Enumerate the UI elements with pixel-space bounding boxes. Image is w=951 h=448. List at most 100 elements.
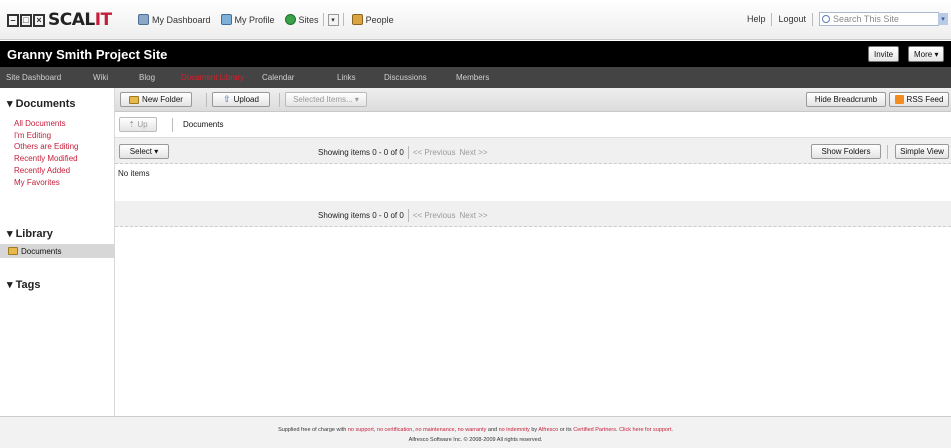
search-dropdown-icon[interactable]: ▾ [938, 13, 948, 25]
site-search-input[interactable]: Search This Site ▾ [819, 12, 948, 26]
footer-prefix: Supplied free of charge with [278, 427, 348, 433]
sites-dropdown-button[interactable]: ▾ [327, 13, 339, 26]
filter-others-editing[interactable]: Others are Editing [14, 142, 78, 151]
filter-my-favorites[interactable]: My Favorites [14, 178, 60, 187]
filter-im-editing[interactable]: I'm Editing [14, 131, 51, 140]
rss-feed-button[interactable]: RSS Feed [889, 92, 949, 107]
documents-header[interactable]: ▾ Documents [7, 97, 75, 110]
no-indemnity-link[interactable]: no indemnity [499, 427, 530, 433]
next-page-link[interactable]: Next >> [460, 148, 488, 157]
app-logo[interactable]: – □ × SCALIT [7, 10, 112, 30]
logo-word-main: SCAL [48, 10, 95, 30]
no-warranty-link[interactable]: no warranty [458, 427, 487, 433]
pager-top: Showing items 0 - 0 of 0 << Previous Nex… [318, 146, 488, 159]
sites-link[interactable]: Sites [284, 14, 319, 25]
folder-up-button[interactable]: ⇡ Up [119, 117, 157, 132]
upload-button[interactable]: ⇧ Upload [212, 92, 270, 107]
previous-page-link[interactable]: << Previous [413, 211, 456, 220]
items-count: Showing items 0 - 0 of 0 [318, 211, 404, 220]
my-dashboard-label: My Dashboard [152, 14, 211, 25]
top-right-links: Help Logout Search This Site ▾ [747, 12, 948, 26]
simple-view-button[interactable]: Simple View [895, 144, 949, 159]
breadcrumb-current[interactable]: Documents [183, 120, 223, 129]
document-list-area [115, 227, 951, 416]
previous-page-link[interactable]: << Previous [413, 148, 456, 157]
sidebar: ▾ Documents All Documents I'm Editing Ot… [0, 88, 115, 416]
page-footer: Supplied free of charge with no support,… [0, 416, 951, 448]
nav-site-dashboard[interactable]: Site Dashboard [6, 73, 61, 82]
pager-bottom: Showing items 0 - 0 of 0 << Previous Nex… [318, 209, 488, 222]
invite-button[interactable]: Invite [868, 46, 900, 62]
empty-list-message: No items [118, 169, 150, 178]
divider [342, 13, 344, 26]
new-folder-icon [129, 95, 140, 104]
my-profile-label: My Profile [234, 14, 275, 25]
no-support-link[interactable]: no support [348, 427, 374, 433]
hide-breadcrumb-button[interactable]: Hide Breadcrumb [806, 92, 886, 107]
no-certification-link[interactable]: no certification [377, 427, 412, 433]
nav-document-library[interactable]: Document Library [181, 73, 244, 82]
tags-header[interactable]: ▾ Tags [7, 278, 40, 291]
people-link[interactable]: People [351, 14, 394, 25]
divider [279, 93, 280, 107]
select-menu[interactable]: Select ▾ [119, 144, 169, 159]
library-item-documents[interactable]: Documents [0, 244, 114, 258]
next-page-link[interactable]: Next >> [460, 211, 488, 220]
divider [407, 146, 409, 159]
divider [172, 118, 173, 132]
divider [206, 93, 207, 107]
site-title: Granny Smith Project Site [7, 47, 168, 62]
no-maintenance-link[interactable]: no maintenance [415, 427, 454, 433]
logo-box-minimize: – [7, 13, 19, 27]
nav-discussions[interactable]: Discussions [384, 73, 427, 82]
logo-box-maximize: □ [20, 13, 32, 27]
library-header[interactable]: ▾ Library [7, 227, 53, 240]
nav-calendar[interactable]: Calendar [262, 73, 294, 82]
new-folder-label: New Folder [142, 95, 183, 104]
help-link[interactable]: Help [747, 14, 766, 24]
upload-label: Upload [233, 95, 259, 104]
footer-and: and [486, 427, 499, 433]
footer-copyright: Alfresco Software Inc. © 2008-2009 All r… [408, 437, 543, 443]
list-footer-bar: Showing items 0 - 0 of 0 << Previous Nex… [115, 201, 951, 227]
logo-wordmark: SCALIT [48, 10, 112, 30]
logout-link[interactable]: Logout [778, 14, 806, 24]
more-button[interactable]: More ▾ [908, 46, 945, 62]
divider [771, 12, 773, 26]
nav-members[interactable]: Members [456, 73, 489, 82]
filter-all-documents[interactable]: All Documents [14, 119, 66, 128]
filter-recently-modified[interactable]: Recently Modified [14, 154, 78, 163]
nav-wiki[interactable]: Wiki [93, 73, 108, 82]
selected-items-menu[interactable]: Selected Items... ▾ [285, 92, 367, 107]
new-folder-button[interactable]: New Folder [120, 92, 192, 107]
people-icon [351, 14, 363, 25]
site-navigation: Site Dashboard Wiki Blog Document Librar… [0, 67, 951, 88]
footer-or-its: or its [558, 427, 574, 433]
profile-icon [220, 14, 232, 25]
items-count: Showing items 0 - 0 of 0 [318, 148, 404, 157]
nav-blog[interactable]: Blog [139, 73, 155, 82]
dashboard-icon [138, 14, 149, 25]
sites-label: Sites [298, 14, 319, 25]
alfresco-link[interactable]: Alfresco [538, 427, 558, 433]
click-for-support-link[interactable]: Click here for support [619, 427, 671, 433]
certified-partners-link[interactable]: Certified Partners [573, 427, 616, 433]
nav-links[interactable]: Links [337, 73, 356, 82]
logo-word-accent: IT [94, 10, 112, 30]
rss-icon [894, 95, 904, 104]
logo-box-close: × [33, 13, 45, 27]
show-folders-button[interactable]: Show Folders [811, 144, 881, 159]
divider [407, 209, 409, 222]
breadcrumb-bar: ⇡ Up Documents [115, 112, 951, 138]
rss-feed-label: RSS Feed [906, 95, 944, 104]
my-profile-link[interactable]: My Profile [220, 14, 275, 25]
folder-icon [8, 247, 18, 255]
my-dashboard-link[interactable]: My Dashboard [138, 14, 211, 25]
site-title-bar: Granny Smith Project Site Invite More ▾ [0, 41, 951, 67]
list-header-bar: Select ▾ Showing items 0 - 0 of 0 << Pre… [115, 138, 951, 164]
divider [887, 145, 888, 159]
filter-recently-added[interactable]: Recently Added [14, 166, 70, 175]
footer-support-text: Supplied free of charge with no support,… [278, 427, 673, 433]
divider [322, 13, 324, 26]
top-navigation: My Dashboard My Profile Sites ▾ People [138, 13, 394, 26]
